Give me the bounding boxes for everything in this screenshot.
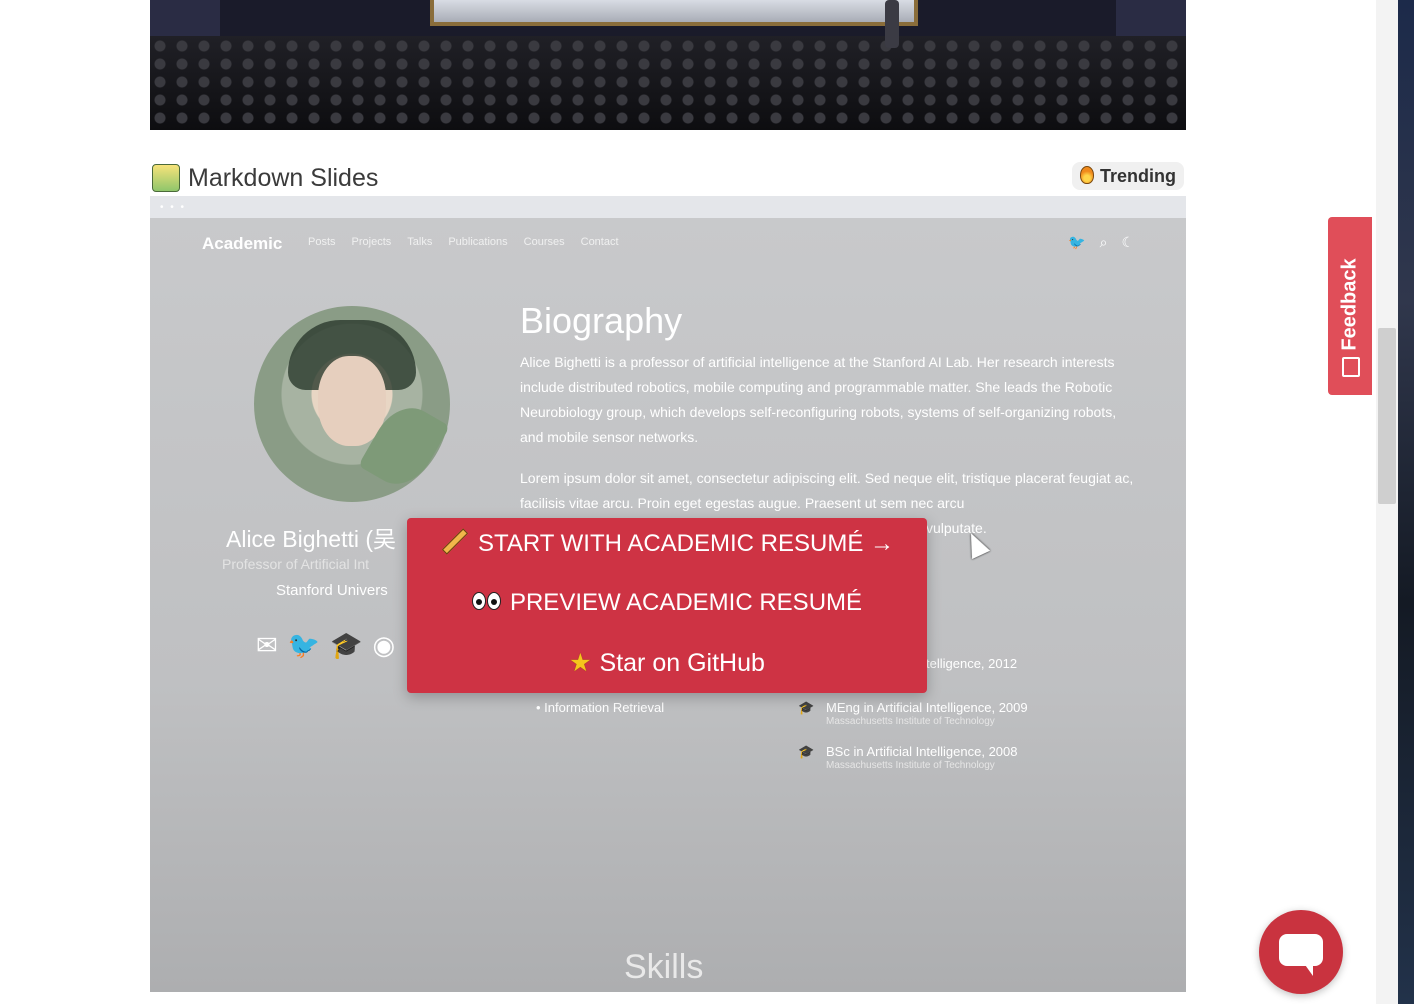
adjacent-window-edge: [1398, 0, 1414, 1004]
github-icon: ◉: [372, 630, 396, 660]
profile-university: Stanford Univers: [276, 582, 388, 599]
biography-paragraph: Alice Bighetti is a professor of artific…: [520, 354, 1117, 445]
education-degree: MEng in Artificial Intelligence, 2009: [826, 700, 1028, 715]
trending-label: Trending: [1100, 166, 1176, 186]
profile-name: Alice Bighetti (吴: [226, 526, 397, 552]
education-school: Massachusetts Institute of Technology: [826, 716, 995, 727]
section-header: Markdown Slides Trending: [150, 160, 1186, 196]
graduation-cap-icon: 🎓: [798, 744, 815, 759]
education-item: telligence, 2012: [926, 656, 1017, 671]
star-icon: ★: [569, 649, 592, 677]
interest-label: Information Retrieval: [544, 700, 665, 715]
graduation-cap-icon: 🎓: [330, 630, 363, 660]
education-item: 🎓 BSc in Artificial Intelligence, 2008 Ma…: [798, 744, 1018, 771]
education-item: 🎓 MEng in Artificial Intelligence, 2009 M…: [798, 700, 1028, 727]
slides-icon: [152, 164, 180, 192]
stage-screen: [430, 0, 918, 26]
preview-nav-courses: Courses: [523, 236, 565, 248]
education-degree: BSc in Artificial Intelligence, 2008: [826, 744, 1018, 759]
chat-bubble-icon: [1279, 934, 1323, 966]
biography-title: Biography: [520, 300, 683, 341]
email-icon: ✉: [256, 630, 278, 660]
chat-launcher-button[interactable]: [1259, 910, 1343, 994]
preview-brand: Academic: [202, 234, 283, 253]
hero-image: [150, 0, 1186, 130]
preview-academic-resume-button[interactable]: PREVIEW ACADEMIC RESUMÉ: [407, 589, 927, 617]
profile-social: ✉ 🐦 🎓 ◉: [256, 630, 395, 661]
lorem-paragraph: Lorem ipsum dolor sit amet, consectetur …: [520, 470, 1134, 511]
preview-browser-bar: • • •: [150, 196, 1186, 218]
star-button-label: Star on GitHub: [599, 649, 765, 677]
moon-icon: ☾: [1121, 234, 1134, 250]
section-title: Markdown Slides: [188, 164, 379, 192]
preview-nav-posts: Posts: [308, 236, 336, 248]
start-with-academic-resume-button[interactable]: START WITH ACADEMIC RESUMÉ →: [407, 528, 927, 558]
eyes-icon: [471, 589, 502, 617]
fire-icon: [1080, 166, 1094, 184]
twitter-icon: 🐦: [287, 630, 321, 660]
pencil-icon: [441, 528, 469, 555]
trending-badge[interactable]: Trending: [1072, 162, 1184, 190]
preview-nav-projects: Projects: [351, 236, 392, 248]
profile-role: Professor of Artificial Int: [222, 556, 370, 572]
audience: [150, 36, 1186, 130]
search-icon: ⌕: [1099, 234, 1108, 250]
lorem-paragraph-tail: vulputate.: [926, 520, 987, 536]
education-school: Massachusetts Institute of Technology: [826, 760, 995, 771]
interest-item: • Information Retrieval: [536, 700, 665, 715]
feedback-tab[interactable]: Feedback: [1328, 217, 1372, 395]
preview-nav-contact: Contact: [580, 236, 619, 248]
speaker-figure: [885, 0, 899, 48]
feedback-icon: [1342, 357, 1360, 377]
start-button-label: START WITH ACADEMIC RESUMÉ →: [477, 530, 895, 557]
preview-nav: Posts Projects Talks Publications Course…: [308, 236, 619, 248]
scrollbar-thumb[interactable]: [1378, 328, 1396, 504]
window-dots-icon: • • •: [160, 202, 187, 213]
preview-button-label: PREVIEW ACADEMIC RESUMÉ: [509, 589, 863, 616]
twitter-icon: 🐦: [1068, 234, 1086, 250]
cta-panel: START WITH ACADEMIC RESUMÉ → PREVIEW ACA…: [407, 518, 927, 693]
preview-nav-icons: 🐦 ⌕ ☾: [1068, 234, 1134, 251]
graduation-cap-icon: 🎓: [798, 700, 815, 715]
profile-avatar: [254, 306, 450, 502]
education-degree: telligence, 2012: [926, 656, 1018, 671]
preview-nav-talks: Talks: [407, 236, 433, 248]
preview-nav-publications: Publications: [448, 236, 508, 248]
star-on-github-button[interactable]: ★ Star on GitHub: [407, 648, 927, 678]
chat-bubble-tail: [1303, 962, 1313, 976]
skills-heading: Skills: [624, 948, 704, 986]
